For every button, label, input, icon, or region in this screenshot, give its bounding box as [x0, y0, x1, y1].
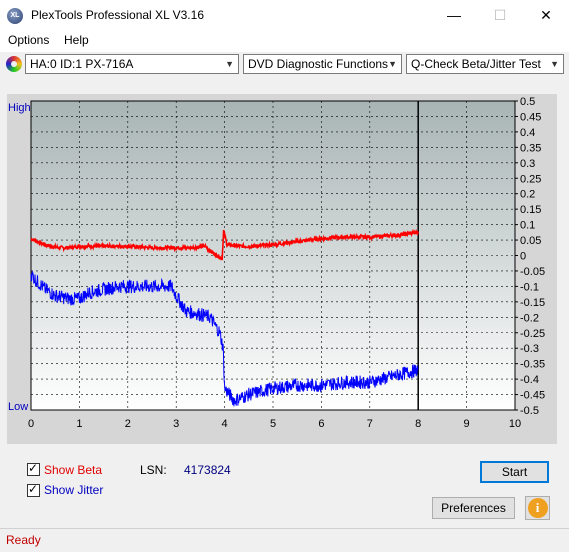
- y-tick-label: 0.1: [520, 220, 535, 232]
- y-tick-label: -0.05: [520, 266, 545, 278]
- show-beta-label[interactable]: Show Beta: [44, 463, 102, 477]
- drive-select-value: HA:0 ID:1 PX-716A: [30, 57, 134, 71]
- y-tick-label: 0: [520, 251, 526, 263]
- minimize-button[interactable]: —: [431, 0, 477, 30]
- beta-jitter-chart: 0 1 2 3 4 5 6 7 8 9 10 0.5 0.45 0.4 0.35 0.3 0.25 0.2 0.1…: [8, 96, 545, 430]
- y-tick-label: 0.15: [520, 204, 541, 216]
- x-tick-label: 7: [367, 418, 373, 430]
- status-bar: Ready: [0, 528, 569, 552]
- drive-select[interactable]: HA:0 ID:1 PX-716A ▼: [25, 54, 239, 74]
- x-tick-label: 10: [509, 418, 521, 430]
- start-button[interactable]: Start: [480, 461, 549, 483]
- y-tick-label: -0.35: [520, 359, 545, 371]
- y-tick-label: -0.5: [520, 405, 539, 417]
- y-tick-label: -0.15: [520, 297, 545, 309]
- chevron-down-icon: ▼: [388, 59, 397, 69]
- y-tick-label: 0.5: [520, 96, 535, 108]
- function-select[interactable]: DVD Diagnostic Functions ▼: [243, 54, 402, 74]
- chart-panel: 0 1 2 3 4 5 6 7 8 9 10 0.5 0.45 0.4 0.35 0.3 0.25 0.2 0.1…: [7, 94, 557, 444]
- show-jitter-checkbox[interactable]: ✓: [27, 482, 40, 497]
- x-tick-label: 9: [464, 418, 470, 430]
- info-icon: i: [527, 498, 548, 518]
- x-tick-label: 0: [28, 418, 34, 430]
- y-tick-label: 0.4: [520, 127, 535, 139]
- x-tick-label: 6: [318, 418, 324, 430]
- app-icon: XL: [7, 8, 23, 24]
- check-icon: ✓: [28, 461, 39, 475]
- menu-options[interactable]: Options: [8, 33, 49, 47]
- x-tick-label: 5: [270, 418, 276, 430]
- menu-bar: Options Help: [0, 30, 569, 52]
- show-jitter-label[interactable]: Show Jitter: [44, 483, 103, 497]
- title-bar: XL PlexTools Professional XL V3.16 — ☐ ✕: [0, 0, 569, 30]
- check-icon: ✓: [28, 482, 39, 496]
- disc-icon: [6, 56, 22, 72]
- info-button[interactable]: i: [525, 496, 550, 520]
- x-tick-label: 8: [415, 418, 421, 430]
- y-tick-label: 0.3: [520, 158, 535, 170]
- low-label: Low: [8, 401, 28, 413]
- y-tick-label: 0.2: [520, 189, 535, 201]
- y-tick-label: -0.2: [520, 312, 539, 324]
- y-tick-label: 0.45: [520, 111, 541, 123]
- x-tick-label: 3: [173, 418, 179, 430]
- show-beta-checkbox[interactable]: ✓: [27, 461, 40, 476]
- y-tick-label: -0.45: [520, 390, 545, 402]
- high-label: High: [8, 102, 31, 114]
- y-tick-label: 0.35: [520, 142, 541, 154]
- x-tick-label: 4: [222, 418, 228, 430]
- lsn-label: LSN:: [140, 463, 167, 477]
- preferences-button[interactable]: Preferences: [432, 497, 515, 519]
- y-tick-label: -0.1: [520, 281, 539, 293]
- status-text: Ready: [6, 533, 41, 547]
- chevron-down-icon: ▼: [225, 59, 234, 69]
- maximize-button[interactable]: ☐: [477, 0, 523, 30]
- x-tick-label: 2: [125, 418, 131, 430]
- function-select-value: DVD Diagnostic Functions: [248, 57, 389, 71]
- y-tick-label: -0.3: [520, 343, 539, 355]
- lsn-value: 4173824: [184, 463, 231, 477]
- close-button[interactable]: ✕: [523, 0, 569, 30]
- test-select-value: Q-Check Beta/Jitter Test: [411, 57, 541, 71]
- x-tick-label: 1: [76, 418, 82, 430]
- menu-help[interactable]: Help: [64, 33, 89, 47]
- chevron-down-icon: ▼: [550, 59, 559, 69]
- y-tick-label: -0.4: [520, 374, 539, 386]
- y-tick-label: 0.25: [520, 173, 541, 185]
- y-tick-label: -0.25: [520, 328, 545, 340]
- y-tick-label: 0.05: [520, 235, 541, 247]
- test-select[interactable]: Q-Check Beta/Jitter Test ▼: [406, 54, 564, 74]
- window-title: PlexTools Professional XL V3.16: [31, 8, 204, 22]
